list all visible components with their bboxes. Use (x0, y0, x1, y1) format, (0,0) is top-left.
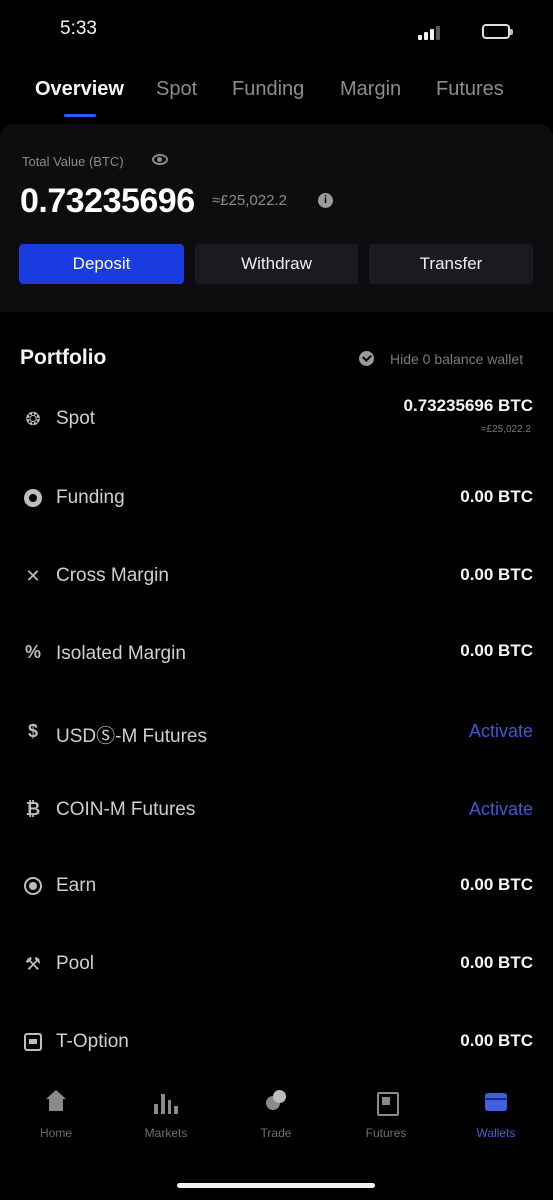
wallet-row-usds-m-futures[interactable]: $ USDⓈ-M Futures Activate (0, 702, 553, 762)
nav-wallets[interactable]: Wallets (456, 1090, 536, 1140)
tab-futures[interactable]: Futures (436, 78, 504, 101)
wallet-name: USDⓈ-M Futures (56, 726, 207, 747)
nav-markets[interactable]: Markets (126, 1090, 206, 1140)
usds-futures-icon: $ (27, 721, 38, 741)
active-tab-indicator (64, 114, 96, 117)
wallet-tabs: Overview Spot Funding Margin Futures (0, 72, 553, 122)
nav-label: Futures (365, 1126, 407, 1140)
wallet-row-pool[interactable]: ⚒ Pool 0.00 BTC (0, 936, 553, 996)
wallet-name: Funding (56, 487, 125, 508)
home-indicator[interactable] (177, 1183, 375, 1188)
wallet-balance: 0.00 BTC (460, 1031, 533, 1050)
wallet-balance: 0.00 BTC (460, 953, 533, 972)
nav-label: Trade (260, 1126, 292, 1140)
spot-icon: ❂ (25, 409, 41, 429)
nav-trade[interactable]: Trade (236, 1090, 316, 1140)
nav-futures[interactable]: Futures (346, 1090, 426, 1140)
activate-link[interactable]: Activate (469, 799, 533, 820)
total-value: 0.73235696 (20, 182, 195, 220)
funding-icon (24, 489, 42, 507)
wallet-name: Isolated Margin (56, 643, 186, 664)
wallet-row-spot[interactable]: ❂ Spot 0.73235696 BTC ≈£25,022.2 (0, 392, 553, 452)
futures-icon (374, 1090, 399, 1116)
isolated-margin-icon: % (24, 642, 41, 662)
hide-zero-balance-toggle[interactable]: Hide 0 balance wallet (390, 351, 523, 367)
wallet-screen: 5:33 Overview Spot Funding Margin Future… (0, 0, 553, 1200)
info-icon[interactable]: i (318, 193, 333, 208)
check-circle-icon[interactable] (359, 351, 374, 366)
battery-icon (482, 24, 513, 39)
nav-label: Wallets (476, 1126, 516, 1140)
wallet-balance: 0.00 BTC (460, 641, 533, 660)
total-value-card: Total Value (BTC) 0.73235696 ≈£25,022.2 … (0, 124, 553, 312)
status-time: 5:33 (60, 18, 97, 39)
portfolio-title: Portfolio (20, 346, 107, 369)
wallet-icon (484, 1090, 508, 1114)
wallet-name: T-Option (56, 1031, 129, 1052)
total-value-fiat: ≈£25,022.2 (212, 192, 287, 209)
nav-label: Markets (144, 1126, 188, 1140)
wallet-row-funding[interactable]: Funding 0.00 BTC (0, 470, 553, 530)
tab-funding[interactable]: Funding (232, 78, 304, 101)
pool-icon: ⚒ (24, 954, 42, 974)
wallet-row-earn[interactable]: Earn 0.00 BTC (0, 858, 553, 918)
home-icon (44, 1090, 68, 1114)
tab-overview[interactable]: Overview (35, 78, 124, 101)
wallet-name: Spot (56, 408, 96, 429)
wallet-name: Pool (56, 953, 95, 974)
wallet-balance-fiat: ≈£25,022.2 (481, 424, 531, 435)
wallet-balance: 0.73235696 BTC (403, 396, 533, 415)
wallet-name: Earn (56, 875, 97, 896)
signal-icon (418, 24, 444, 40)
earn-icon (24, 877, 42, 895)
wallet-name: Cross Margin (56, 565, 169, 586)
markets-icon (154, 1090, 178, 1114)
transfer-button[interactable]: Transfer (369, 244, 533, 284)
bottom-navigation: Home Markets Trade Futures Wallets (0, 1090, 553, 1170)
coin-futures-icon: ₿ (25, 799, 41, 819)
wallet-balance: 0.00 BTC (460, 487, 533, 506)
wallet-row-isolated-margin[interactable]: % Isolated Margin 0.00 BTC (0, 624, 553, 684)
trade-icon (264, 1090, 288, 1114)
cross-margin-icon: ✕ (25, 566, 41, 586)
wallet-name: COIN-M Futures (56, 799, 196, 820)
wallet-row-t-option[interactable]: T-Option 0.00 BTC (0, 1014, 553, 1074)
tab-spot[interactable]: Spot (156, 78, 197, 101)
nav-home[interactable]: Home (16, 1090, 96, 1140)
nav-label: Home (39, 1126, 72, 1140)
wallet-row-coin-m-futures[interactable]: ₿ COIN-M Futures Activate (0, 780, 553, 840)
tab-margin[interactable]: Margin (340, 78, 401, 101)
withdraw-button[interactable]: Withdraw (195, 244, 358, 284)
wallet-balance: 0.00 BTC (460, 565, 533, 584)
wallet-balance: 0.00 BTC (460, 875, 533, 894)
wallet-row-cross-margin[interactable]: ✕ Cross Margin 0.00 BTC (0, 548, 553, 608)
status-bar: 5:33 (0, 0, 553, 60)
total-value-label: Total Value (BTC) (22, 154, 124, 169)
activate-link[interactable]: Activate (469, 721, 533, 742)
deposit-button[interactable]: Deposit (19, 244, 184, 284)
eye-icon[interactable] (152, 154, 168, 165)
t-option-icon (24, 1033, 42, 1051)
